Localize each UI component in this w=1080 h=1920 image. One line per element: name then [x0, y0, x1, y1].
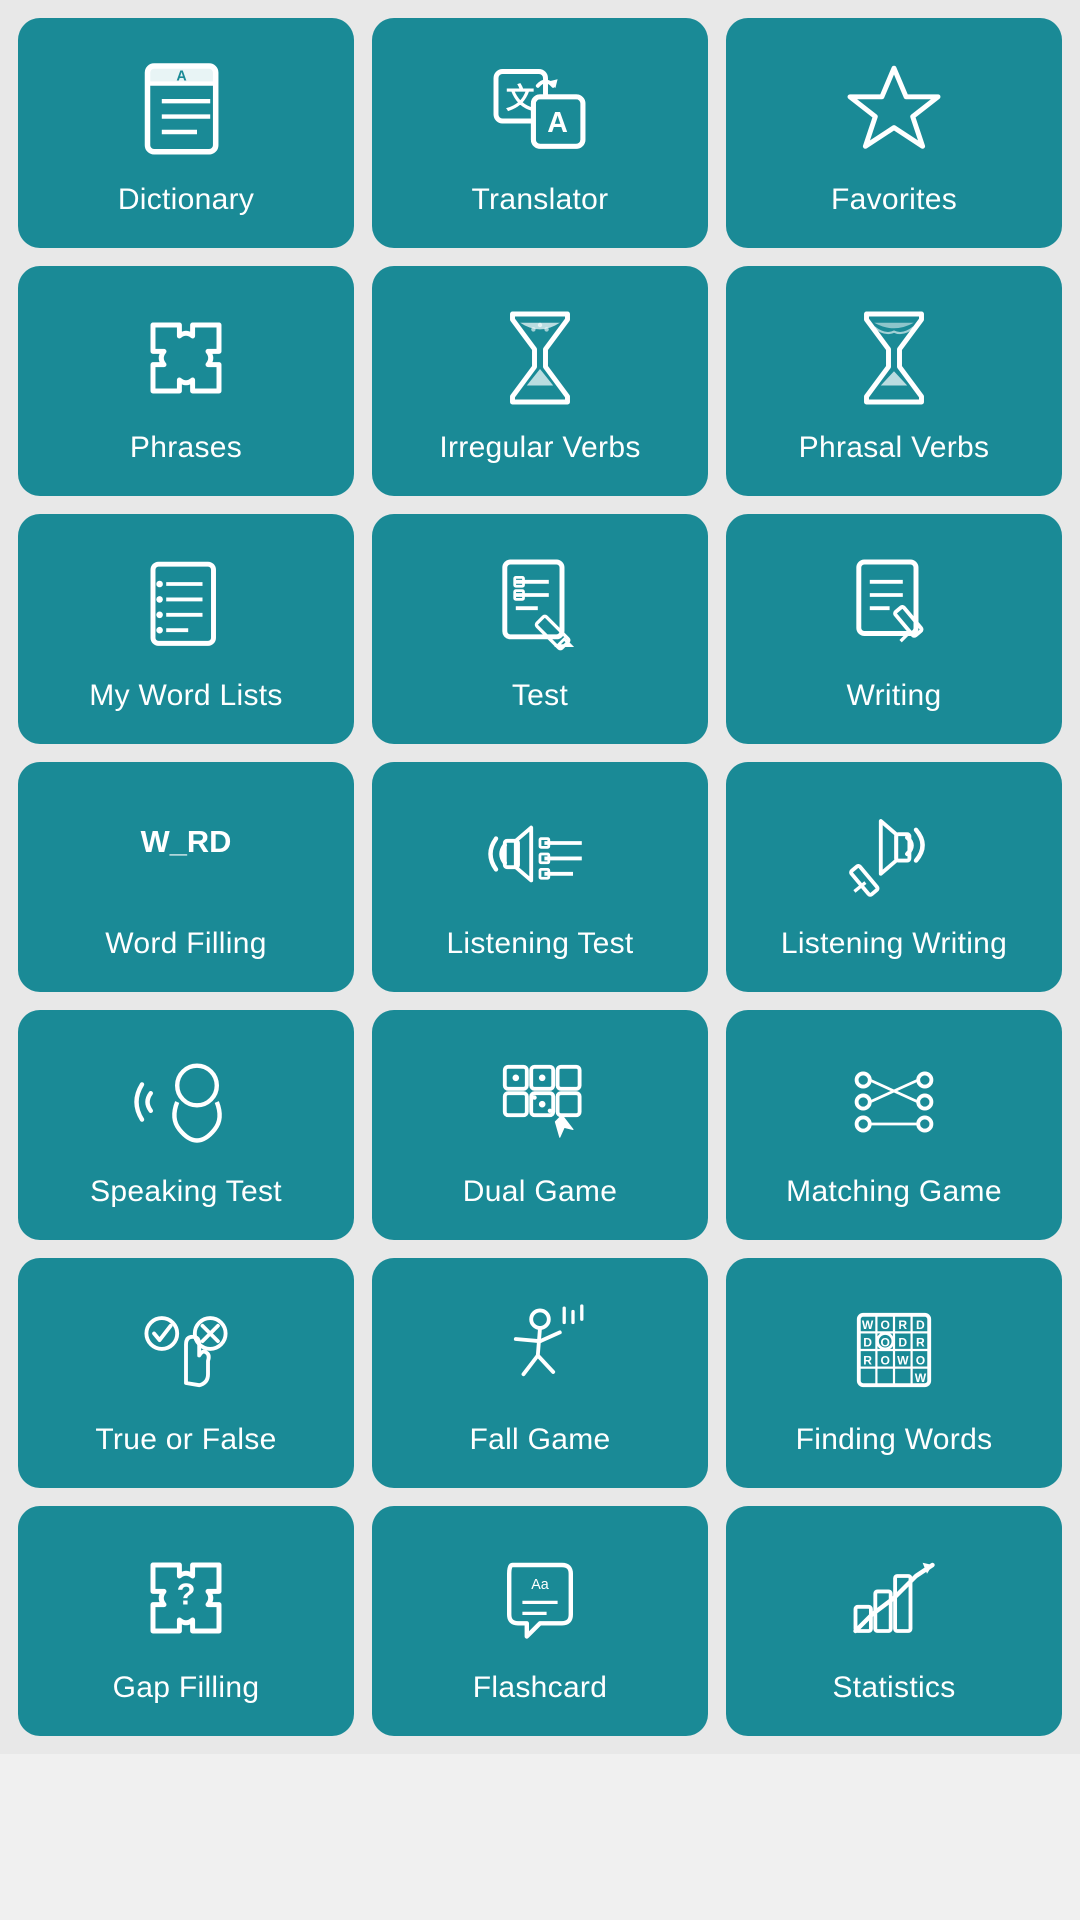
- svg-text:O: O: [880, 1353, 889, 1367]
- tile-finding-words[interactable]: W O R D D O D R R O W O W Finding Words: [726, 1258, 1062, 1488]
- finding-words-label: Finding Words: [796, 1423, 993, 1457]
- svg-text:R: R: [863, 1353, 872, 1367]
- tile-statistics[interactable]: Statistics: [726, 1506, 1062, 1736]
- tile-writing[interactable]: Writing: [726, 514, 1062, 744]
- fall-game-icon: [485, 1295, 595, 1405]
- svg-text:D: D: [916, 1318, 925, 1332]
- svg-text:?: ?: [177, 1577, 196, 1612]
- svg-text:文: 文: [506, 82, 535, 115]
- svg-text:R: R: [898, 1318, 907, 1332]
- phrases-icon: [131, 303, 241, 413]
- tile-gap-filling[interactable]: ? Gap Filling: [18, 1506, 354, 1736]
- tile-phrases[interactable]: Phrases: [18, 266, 354, 496]
- true-or-false-icon: [131, 1295, 241, 1405]
- dictionary-icon: A: [131, 55, 241, 165]
- test-icon: [485, 551, 595, 661]
- svg-text:Aa: Aa: [531, 1577, 549, 1593]
- phrasal-verbs-label: Phrasal Verbs: [799, 431, 990, 465]
- phrasal-verbs-icon: [839, 303, 949, 413]
- svg-text:W_RD: W_RD: [141, 824, 232, 859]
- irregular-verbs-label: Irregular Verbs: [439, 431, 640, 465]
- svg-text:R: R: [916, 1336, 925, 1350]
- dual-game-label: Dual Game: [463, 1175, 617, 1209]
- tile-my-word-lists[interactable]: My Word Lists: [18, 514, 354, 744]
- listening-writing-icon: [839, 799, 949, 909]
- favorites-icon: [839, 55, 949, 165]
- matching-game-label: Matching Game: [786, 1175, 1002, 1209]
- fall-game-label: Fall Game: [469, 1423, 610, 1457]
- phrases-label: Phrases: [130, 431, 242, 465]
- tile-test[interactable]: Test: [372, 514, 708, 744]
- svg-text:A: A: [547, 107, 568, 139]
- irregular-verbs-icon: [485, 303, 595, 413]
- statistics-label: Statistics: [832, 1671, 955, 1705]
- statistics-icon: [839, 1543, 949, 1653]
- speaking-test-icon: [131, 1047, 241, 1157]
- gap-filling-label: Gap Filling: [113, 1671, 260, 1705]
- svg-text:D: D: [863, 1336, 872, 1350]
- tile-phrasal-verbs[interactable]: Phrasal Verbs: [726, 266, 1062, 496]
- dictionary-label: Dictionary: [118, 183, 254, 217]
- tile-matching-game[interactable]: Matching Game: [726, 1010, 1062, 1240]
- true-or-false-label: True or False: [95, 1423, 276, 1457]
- dual-game-icon: [485, 1047, 595, 1157]
- tile-true-or-false[interactable]: True or False: [18, 1258, 354, 1488]
- test-label: Test: [512, 679, 568, 713]
- tile-favorites[interactable]: Favorites: [726, 18, 1062, 248]
- speaking-test-label: Speaking Test: [90, 1175, 282, 1209]
- favorites-label: Favorites: [831, 183, 957, 217]
- translator-label: Translator: [472, 183, 609, 217]
- word-filling-label: Word Filling: [105, 927, 266, 961]
- svg-text:A: A: [176, 68, 186, 84]
- tile-irregular-verbs[interactable]: Irregular Verbs: [372, 266, 708, 496]
- svg-text:O: O: [880, 1336, 889, 1350]
- tile-dictionary[interactable]: A Dictionary: [18, 18, 354, 248]
- matching-game-icon: [839, 1047, 949, 1157]
- svg-text:W: W: [897, 1353, 909, 1367]
- writing-icon: [839, 551, 949, 661]
- word-filling-icon: W_RD: [131, 799, 241, 909]
- gap-filling-icon: ?: [131, 1543, 241, 1653]
- listening-test-icon: [485, 799, 595, 909]
- listening-writing-label: Listening Writing: [781, 927, 1007, 961]
- tile-listening-writing[interactable]: Listening Writing: [726, 762, 1062, 992]
- svg-text:O: O: [880, 1318, 889, 1332]
- translator-icon: 文 A: [485, 55, 595, 165]
- tile-dual-game[interactable]: Dual Game: [372, 1010, 708, 1240]
- svg-text:O: O: [916, 1353, 925, 1367]
- finding-words-icon: W O R D D O D R R O W O W: [839, 1295, 949, 1405]
- tile-fall-game[interactable]: Fall Game: [372, 1258, 708, 1488]
- tile-flashcard[interactable]: Aa Flashcard: [372, 1506, 708, 1736]
- flashcard-label: Flashcard: [473, 1671, 607, 1705]
- app-grid: A Dictionary 文 A Translator Favorites: [0, 0, 1080, 1754]
- writing-label: Writing: [847, 679, 942, 713]
- my-word-lists-icon: [131, 551, 241, 661]
- svg-text:W: W: [862, 1318, 874, 1332]
- my-word-lists-label: My Word Lists: [89, 679, 282, 713]
- svg-text:D: D: [898, 1336, 907, 1350]
- flashcard-icon: Aa: [485, 1543, 595, 1653]
- tile-word-filling[interactable]: W_RD Word Filling: [18, 762, 354, 992]
- tile-listening-test[interactable]: Listening Test: [372, 762, 708, 992]
- listening-test-label: Listening Test: [446, 927, 633, 961]
- tile-speaking-test[interactable]: Speaking Test: [18, 1010, 354, 1240]
- svg-text:W: W: [915, 1371, 927, 1385]
- tile-translator[interactable]: 文 A Translator: [372, 18, 708, 248]
